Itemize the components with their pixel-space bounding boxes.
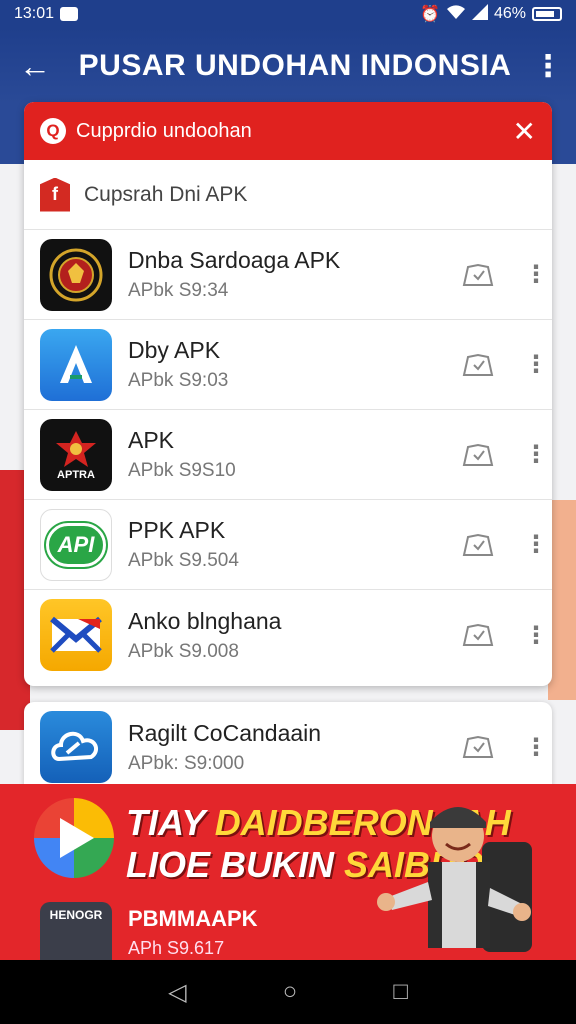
app-emblem-icon: APTRA [40, 418, 112, 491]
download-icon[interactable] [462, 353, 494, 377]
app-emblem-icon [40, 238, 112, 311]
list-item[interactable]: Ragilt CoCandaain APbk: S9:000 ⋮ [24, 702, 552, 792]
app-name: Dby APK [128, 337, 221, 363]
banner-app-version: APh S9.617 [128, 938, 225, 958]
list-item[interactable]: Dnba Sardoaga APK APbk S9:34 ⋮ [24, 230, 552, 320]
status-bar: 13:01 ⏰ 46% [0, 0, 576, 28]
notification-icon [60, 7, 79, 21]
signal-icon [471, 3, 488, 25]
app-version: APbk: S9:000 [128, 752, 245, 774]
app-version: APbk S9:34 [128, 280, 229, 301]
section-label: Cupsrah Dni APK [84, 182, 248, 206]
more-vert-icon: ⋮ [533, 49, 563, 83]
more-options-button[interactable]: ⋮ [520, 49, 576, 84]
app-bar: ← PUSAR UNDOHAN INDONSIA ⋮ [0, 28, 576, 104]
clock: 13:01 [14, 5, 55, 22]
item-menu-icon[interactable]: ⋮ [524, 733, 548, 762]
app-api-icon: API [40, 508, 112, 581]
item-menu-icon[interactable]: ⋮ [524, 260, 548, 289]
shield-icon: f [40, 177, 70, 212]
app-version: APbk S9:03 [128, 370, 229, 391]
play-store-icon [34, 798, 114, 878]
battery-icon [532, 7, 562, 21]
banner-app-icon: HENOGR [40, 902, 112, 960]
app-icon-label: API [46, 522, 106, 567]
search-icon: Q [40, 118, 66, 144]
search-input[interactable]: Cupprdio undoohan [76, 120, 513, 143]
app-store-icon [40, 328, 112, 401]
list-item[interactable]: API PPK APK APbk S9.504 ⋮ [24, 500, 552, 590]
item-menu-icon[interactable]: ⋮ [524, 350, 548, 379]
item-menu-icon[interactable]: ⋮ [524, 440, 548, 469]
list-item[interactable]: Anko blnghana APbk S9.008 ⋮ [24, 590, 552, 680]
app-version: APbk S9.008 [128, 640, 239, 662]
app-icon-label: APTRA [57, 468, 95, 481]
arrow-left-icon: ← [19, 47, 51, 84]
nav-recents-button[interactable]: □ [393, 978, 408, 1006]
back-button[interactable]: ← [0, 48, 70, 85]
close-icon[interactable]: ✕ [513, 115, 536, 148]
alarm-icon: ⏰ [420, 6, 440, 23]
banner-app-name: PBMMAAPK [128, 906, 258, 931]
download-icon[interactable] [462, 623, 494, 647]
app-version: APbk S9.504 [128, 550, 239, 571]
nav-back-button[interactable]: ◁ [168, 978, 186, 1007]
app-cloud-icon [40, 711, 112, 783]
section-header: f Cupsrah Dni APK [24, 160, 552, 230]
app-list-card: Q Cupprdio undoohan ✕ f Cupsrah Dni APK … [24, 102, 552, 686]
list-item[interactable]: APTRA APK APbk S9S10 ⋮ [24, 410, 552, 500]
page-title: PUSAR UNDOHAN INDONSIA [78, 49, 512, 82]
download-icon[interactable] [462, 443, 494, 467]
search-bar[interactable]: Q Cupprdio undoohan ✕ [24, 102, 552, 160]
download-icon[interactable] [462, 263, 494, 287]
banner-headline-part: TIAY [126, 802, 215, 843]
download-icon[interactable] [462, 533, 494, 557]
item-menu-icon[interactable]: ⋮ [524, 530, 548, 559]
app-list-card-secondary: Ragilt CoCandaain APbk: S9:000 ⋮ [24, 702, 552, 792]
nav-home-button[interactable]: ○ [283, 978, 298, 1006]
app-version: APbk S9S10 [128, 460, 236, 481]
app-name: APK [128, 427, 175, 453]
app-name: Anko blnghana [128, 607, 282, 634]
app-name: Ragilt CoCandaain [128, 719, 322, 746]
app-mail-icon [40, 599, 112, 671]
app-name: Dnba Sardoaga APK [128, 247, 341, 273]
system-nav-bar: ◁ ○ □ [0, 960, 576, 1024]
background-decoration [548, 500, 576, 700]
banner-app-icon-label: HENOGR [49, 908, 103, 922]
list-item[interactable]: Dby APK APbk S9:03 ⋮ [24, 320, 552, 410]
banner-headline-part: LIOE BUKIN [126, 844, 345, 885]
download-icon[interactable] [462, 735, 494, 759]
item-menu-icon[interactable]: ⋮ [524, 621, 548, 650]
battery-percent: 46% [493, 5, 526, 22]
app-name: PPK APK [128, 517, 226, 543]
promo-banner[interactable]: TIAY DAIDBERONAAH LIOE BUKIN SAIBRO HENO… [0, 784, 576, 960]
wifi-icon [446, 4, 466, 25]
mascot-illustration [377, 807, 532, 952]
